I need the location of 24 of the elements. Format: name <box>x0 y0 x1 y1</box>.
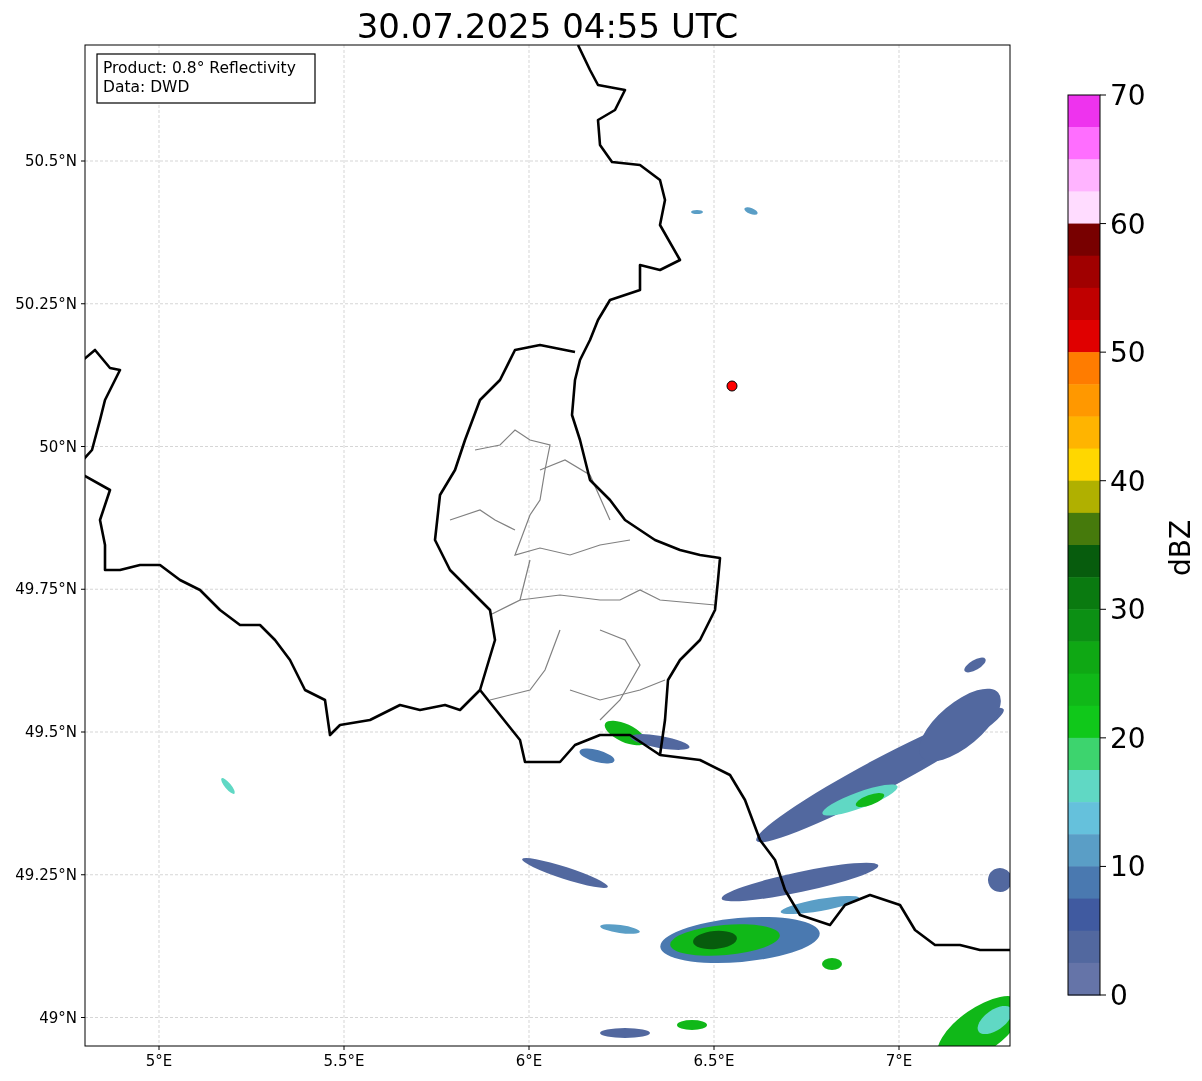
legend-text: Data: DWD <box>103 78 190 96</box>
axis-tick-label: 50°N <box>39 437 77 456</box>
axis-tick-label: 49°N <box>39 1008 77 1027</box>
colorbar-tick-label: 70 <box>1110 79 1146 112</box>
axis-tick-label: 6.5°E <box>693 1052 735 1070</box>
axis-tick-label: 5.5°E <box>323 1052 365 1070</box>
axis-tick-label: 49.25°N <box>15 865 77 884</box>
axis-tick-label: 50.25°N <box>15 294 77 313</box>
colorbar-tick-label: 60 <box>1110 207 1146 241</box>
colorbar-tick-label: 20 <box>1110 721 1146 755</box>
legend-text: Product: 0.8° Reflectivity <box>103 59 296 77</box>
axis-tick-label: 6°E <box>515 1052 543 1070</box>
colorbar-tick-label: 0 <box>1110 979 1128 1012</box>
colorbar-tick-label: 40 <box>1110 464 1146 498</box>
colorbar-tick-label: 50 <box>1110 336 1146 370</box>
axis-tick-label: 5°E <box>145 1052 173 1070</box>
colorbar-tick-label: 30 <box>1110 593 1146 627</box>
colorbar-label: dBZ <box>1164 519 1197 577</box>
colorbar-tick-label: 10 <box>1110 850 1146 884</box>
axis-tick-label: 7°E <box>885 1052 913 1070</box>
axis-tick-label: 49.5°N <box>24 723 77 741</box>
plot-title: 30.07.2025 04:55 UTC <box>356 6 739 46</box>
axis-tick-label: 49.75°N <box>15 580 77 599</box>
axis-tick-label: 50.5°N <box>24 152 77 170</box>
